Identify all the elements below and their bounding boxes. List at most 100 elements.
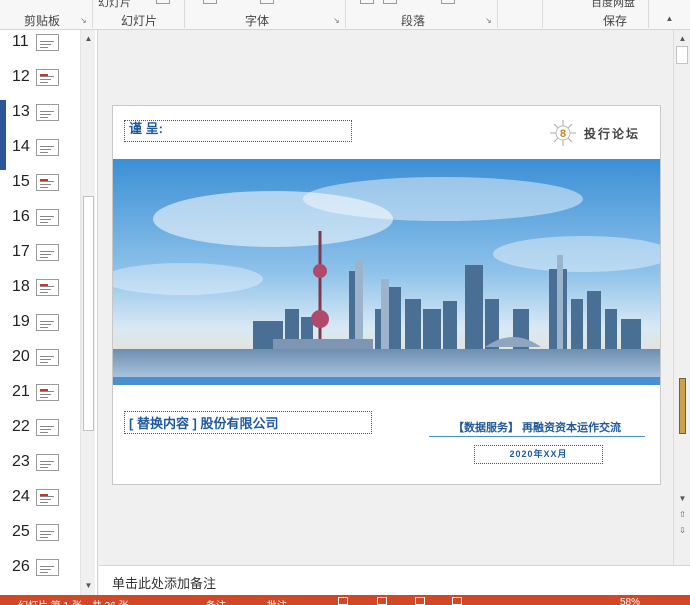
slide-thumbnail-image[interactable] <box>36 524 59 541</box>
comments-toggle[interactable]: 批注 <box>267 597 287 605</box>
bullets-icon[interactable] <box>360 0 374 4</box>
notes-placeholder[interactable]: 单击此处添加备注 <box>112 573 216 592</box>
slide-thumbnail-image[interactable] <box>36 174 59 191</box>
slide-thumbnail[interactable]: 16 <box>6 205 80 240</box>
slide-thumbnail[interactable]: 22 <box>6 415 80 450</box>
slide-number: 23 <box>12 453 30 470</box>
slide-number: 25 <box>12 523 30 540</box>
slide-thumbnail[interactable]: 12 <box>6 65 80 100</box>
collapse-ribbon-icon[interactable]: ▲ <box>662 12 677 26</box>
slide-number: 18 <box>12 278 30 295</box>
slide-thumbnail-image[interactable] <box>36 279 59 296</box>
ribbon-new-slide-label[interactable]: 幻灯片 <box>98 0 131 10</box>
slide-number: 19 <box>12 313 30 330</box>
scroll-up-icon[interactable]: ▲ <box>675 32 690 46</box>
slide-thumbnail-image[interactable] <box>36 139 59 156</box>
numbering-icon[interactable] <box>383 0 397 4</box>
thumbnail-scrollbar[interactable]: ▲ ▼ <box>80 30 95 595</box>
editor-scroll-thumb[interactable] <box>676 46 688 64</box>
slide-thumbnail-image[interactable] <box>36 349 59 366</box>
columns-icon[interactable] <box>441 0 455 4</box>
slide-number: 22 <box>12 418 30 435</box>
font-size-icon[interactable] <box>260 0 274 4</box>
slide-subtitle[interactable]: 【数据服务】 再融资资本运作交流 <box>429 419 645 435</box>
slide-thumbnail-image[interactable] <box>36 419 59 436</box>
font-box-icon[interactable] <box>203 0 217 4</box>
slide-thumbnail[interactable]: 14 <box>6 135 80 170</box>
notes-toggle[interactable]: 备注 <box>206 597 226 605</box>
normal-view-icon[interactable] <box>338 597 348 605</box>
forum-logo: 8 投行论坛 <box>546 118 650 148</box>
reading-view-icon[interactable] <box>415 597 425 605</box>
editor-scrollbar[interactable]: ▲ ▼ ⇧ ⇩ <box>673 30 690 565</box>
slide-thumbnail-image[interactable] <box>36 69 59 86</box>
slide-thumbnail[interactable]: 17 <box>6 240 80 275</box>
date-textbox[interactable]: 2020年XX月 <box>474 445 603 464</box>
slide-thumbnail-image[interactable] <box>36 104 59 121</box>
clipboard-launcher-icon[interactable]: ↘ <box>80 16 87 25</box>
city-skyline-image <box>113 159 660 385</box>
slide-number: 16 <box>12 208 30 225</box>
company-name-textbox[interactable]: [ 替换内容 ] 股份有限公司 <box>124 411 372 434</box>
slide-thumbnail[interactable]: 21 <box>6 380 80 415</box>
slide-thumbnail[interactable]: 19 <box>6 310 80 345</box>
slide-sorter-icon[interactable] <box>377 597 387 605</box>
slide-thumbnail[interactable]: 20 <box>6 345 80 380</box>
slide-thumbnail[interactable]: 23 <box>6 450 80 485</box>
slide-thumbnail[interactable]: 13 <box>6 100 80 135</box>
sunburst-icon: 8 <box>550 120 576 146</box>
slide-number: 14 <box>12 138 30 155</box>
thumbnail-scroll-thumb[interactable] <box>83 196 94 431</box>
paragraph-launcher-icon[interactable]: ↘ <box>485 16 492 25</box>
scroll-down-icon[interactable]: ▼ <box>81 579 96 593</box>
slide-thumbnail-image[interactable] <box>36 209 59 226</box>
ribbon-divider <box>92 0 93 28</box>
scroll-down-icon[interactable]: ▼ <box>675 492 690 506</box>
slide-editor: 谨 呈: 8 投行论坛 [替换内容] 股份有限公司 【数据服务】 再融资资本… <box>99 30 673 565</box>
slide-thumbnail-image[interactable] <box>36 314 59 331</box>
zoom-level[interactable]: 58% <box>620 597 640 605</box>
slide-number: 12 <box>12 68 30 85</box>
slide-thumbnail[interactable]: 15 <box>6 170 80 205</box>
slide-number: 17 <box>12 243 30 260</box>
next-slide-icon[interactable]: ⇩ <box>675 524 690 538</box>
slide-thumbnail-image[interactable] <box>36 559 59 576</box>
recipient-textbox[interactable]: 谨 呈: <box>124 120 352 142</box>
notes-pane[interactable]: 单击此处添加备注 <box>99 565 690 595</box>
ribbon-divider <box>648 0 649 28</box>
slide-thumbnail[interactable]: 25 <box>6 520 80 555</box>
layout-icon[interactable] <box>156 0 170 4</box>
scroll-up-icon[interactable]: ▲ <box>81 32 96 46</box>
logo-number: 8 <box>560 128 566 140</box>
ribbon-divider <box>184 0 185 28</box>
slide-number: 11 <box>12 33 29 50</box>
subtitle-underline <box>429 436 645 437</box>
slide-thumbnail-image[interactable] <box>36 34 59 51</box>
previous-slide-icon[interactable]: ⇧ <box>675 508 690 522</box>
ribbon: 幻灯片 百度网盘 剪贴板 ↘ 幻灯片 字体 ↘ 段落 ↘ 保存 ▲ <box>0 0 690 30</box>
slide-counter: 幻灯片 第 1 张，共 26 张 <box>18 597 129 605</box>
slide-thumbnail-image[interactable] <box>36 489 59 506</box>
slide-number: 20 <box>12 348 30 365</box>
logo-text: 投行论坛 <box>584 127 641 141</box>
slide-thumbnail-image[interactable] <box>36 244 59 261</box>
font-launcher-icon[interactable]: ↘ <box>333 16 340 25</box>
slide-thumbnail[interactable]: 18 <box>6 275 80 310</box>
ribbon-baidu-label[interactable]: 百度网盘 <box>591 0 635 10</box>
ribbon-divider <box>345 0 346 28</box>
slideshow-icon[interactable] <box>452 597 462 605</box>
group-font-label: 字体 <box>245 14 270 28</box>
slide-thumbnail[interactable]: 11 <box>6 30 80 65</box>
group-paragraph-label: 段落 <box>401 14 426 28</box>
current-slide[interactable]: 谨 呈: 8 投行论坛 [替换内容] 股份有限公司 【数据服务】 再融资资本… <box>112 105 661 485</box>
slide-number: 13 <box>12 103 30 120</box>
slide-thumbnail-image[interactable] <box>36 384 59 401</box>
slide-thumbnail[interactable]: 26 <box>6 555 80 590</box>
status-bar: 幻灯片 第 1 张，共 26 张 备注 批注 58% <box>0 595 690 605</box>
slide-thumbnail[interactable]: 24 <box>6 485 80 520</box>
slide-thumbnail-image[interactable] <box>36 454 59 471</box>
group-slides-label: 幻灯片 <box>121 14 158 28</box>
ribbon-divider <box>497 0 498 28</box>
slide-number: 15 <box>12 173 30 190</box>
scroll-position-marker <box>679 378 686 434</box>
